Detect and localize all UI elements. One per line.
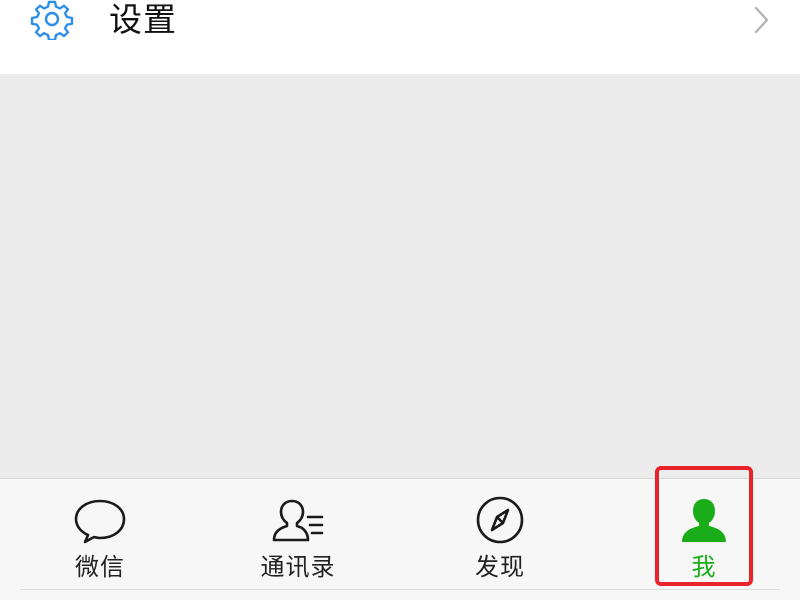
tab-me-label: 我 [691, 553, 717, 581]
settings-label: 设置 [109, 0, 177, 39]
tab-discover[interactable]: 发现 [400, 479, 600, 591]
settings-row[interactable]: 设置 [0, 0, 800, 74]
tab-contacts[interactable]: 通讯录 [198, 479, 398, 591]
tab-chats-label: 微信 [75, 553, 125, 581]
tab-bar: 微信 通讯录 发现 我 [0, 478, 800, 600]
chat-bubble-icon [74, 499, 126, 544]
compass-icon [476, 496, 524, 544]
tab-me[interactable]: 我 [604, 479, 800, 591]
tab-contacts-label: 通讯录 [260, 553, 336, 581]
tab-chats[interactable]: 微信 [0, 479, 200, 591]
tab-discover-label: 发现 [475, 553, 525, 581]
gear-icon [30, 0, 74, 40]
chevron-right-icon [754, 6, 769, 34]
bottom-divider [20, 589, 780, 590]
wechat-screen: 设置 微信 通讯录 发现 我 [0, 0, 800, 600]
person-icon [682, 499, 726, 542]
contacts-icon [272, 499, 324, 542]
content-area [0, 74, 800, 478]
